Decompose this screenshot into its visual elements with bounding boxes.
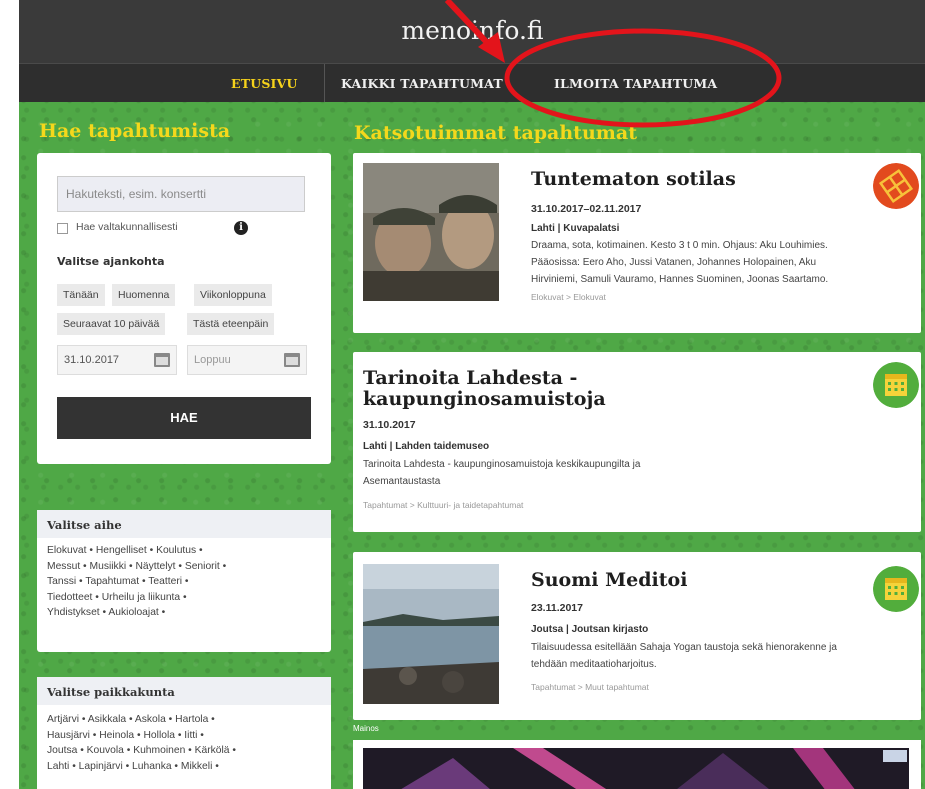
annotation-overlay <box>444 0 782 128</box>
annotation-ellipse <box>504 28 782 128</box>
